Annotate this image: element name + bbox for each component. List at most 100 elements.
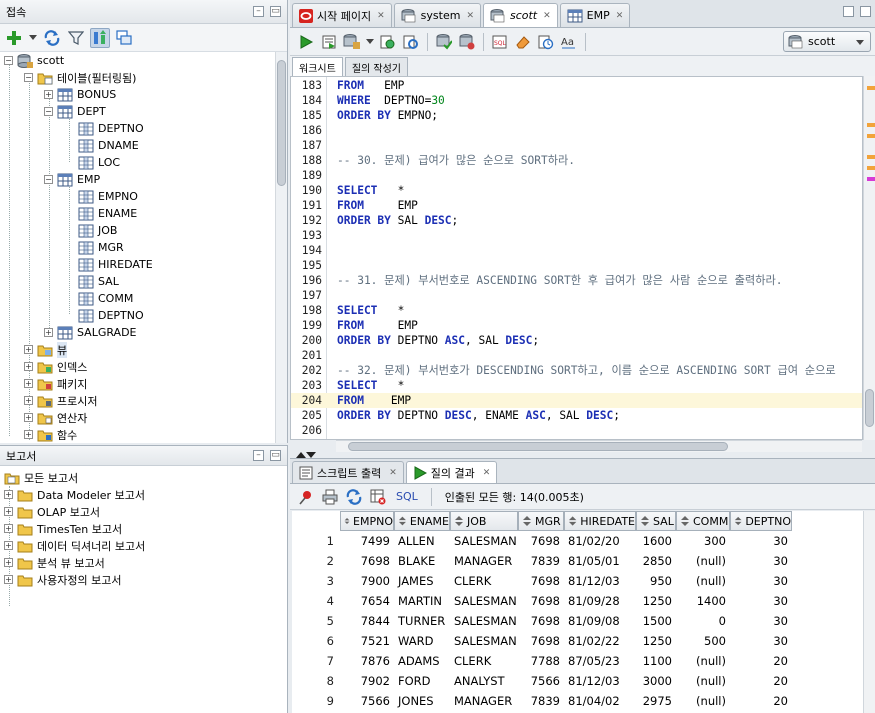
table-cell-ename[interactable]: WARD — [398, 631, 446, 651]
table-cell-comm[interactable]: (null) — [680, 671, 726, 691]
table-cell-hiredate[interactable]: 81/02/20 — [568, 531, 632, 551]
table-cell-job[interactable]: CLERK — [454, 571, 514, 591]
table-cell-sal[interactable]: 1250 — [640, 631, 672, 651]
code-line[interactable]: 205 ORDER BY DEPTNO DESC, ENAME ASC, SAL … — [291, 408, 862, 423]
close-icon[interactable]: ✕ — [483, 468, 491, 478]
column-header-deptno[interactable]: DEPTNO — [730, 511, 792, 531]
report-node[interactable]: + 데이터 딕셔너리 보고서 — [4, 537, 145, 554]
expand-icon[interactable]: + — [4, 524, 13, 533]
maximize-icon[interactable]: ▭ — [270, 450, 281, 461]
table-cell-mgr[interactable]: 7698 — [522, 611, 560, 631]
filter-button[interactable] — [66, 28, 86, 48]
table-cell-mgr[interactable]: 7839 — [522, 551, 560, 571]
tree-node-table-emp[interactable]: − EMP — [44, 171, 100, 188]
table-cell-comm[interactable]: (null) — [680, 551, 726, 571]
table-cell-empno[interactable]: 7844 — [344, 611, 390, 631]
table-cell-comm[interactable]: (null) — [680, 691, 726, 711]
close-icon[interactable]: ✕ — [377, 11, 385, 21]
tree-node-tables[interactable]: − 테이블(필터링됨) — [24, 69, 136, 86]
overview-marker[interactable] — [867, 134, 875, 138]
table-cell-ename[interactable]: MARTIN — [398, 591, 446, 611]
row-number[interactable]: 4 — [292, 591, 334, 611]
editor-vertical-scrollbar[interactable] — [863, 76, 875, 440]
row-number[interactable]: 6 — [292, 631, 334, 651]
tree-node-column[interactable]: COMM — [78, 290, 133, 307]
tree-node-column[interactable]: MGR — [78, 239, 124, 256]
table-cell-empno[interactable]: 7521 — [344, 631, 390, 651]
code-line[interactable]: 191 FROM EMP — [291, 198, 862, 213]
tree-node-functions[interactable]: + 함수 — [24, 426, 77, 443]
table-cell-deptno[interactable]: 30 — [734, 571, 788, 591]
sql-editor[interactable]: 183 FROM EMP 184 WHERE DEPTNO=30 185 ORDER BY… — [290, 76, 863, 440]
table-cell-hiredate[interactable]: 81/05/01 — [568, 551, 632, 571]
table-cell-sal[interactable]: 1600 — [640, 531, 672, 551]
overview-marker[interactable] — [867, 177, 875, 181]
table-cell-empno[interactable]: 7900 — [344, 571, 390, 591]
print-button[interactable] — [320, 487, 340, 507]
connection-select[interactable]: scott — [783, 31, 871, 52]
code-line[interactable]: 198 SELECT * — [291, 303, 862, 318]
rollback-button[interactable] — [457, 32, 477, 52]
code-line[interactable]: 197 — [291, 288, 862, 303]
commit-button[interactable] — [342, 32, 362, 52]
row-number[interactable]: 1 — [292, 531, 334, 551]
tab-query-builder[interactable]: 질의 작성기 — [344, 57, 408, 76]
row-number[interactable]: 2 — [292, 551, 334, 571]
expand-icon[interactable]: + — [24, 430, 33, 439]
add-connection-button[interactable] — [4, 28, 24, 48]
table-cell-deptno[interactable]: 20 — [734, 671, 788, 691]
row-number[interactable]: 7 — [292, 651, 334, 671]
table-cell-mgr[interactable]: 7698 — [522, 631, 560, 651]
table-cell-job[interactable]: CLERK — [454, 651, 514, 671]
grid-vertical-scrollbar[interactable] — [863, 511, 875, 713]
run-script-button[interactable] — [319, 32, 339, 52]
row-number[interactable]: 3 — [292, 571, 334, 591]
collapse-icon[interactable]: − — [24, 73, 33, 82]
tree-node-column[interactable]: EMPNO — [78, 188, 138, 205]
expand-icon[interactable]: + — [44, 90, 53, 99]
code-line[interactable]: 193 — [291, 228, 862, 243]
tab-query-result[interactable]: 질의 결과 ✕ — [405, 461, 498, 483]
run-statement-button[interactable] — [296, 32, 316, 52]
collapse-button[interactable] — [114, 28, 134, 48]
expand-icon[interactable]: + — [44, 328, 53, 337]
table-cell-ename[interactable]: BLAKE — [398, 551, 446, 571]
report-node[interactable]: + Data Modeler 보고서 — [4, 486, 145, 503]
expand-icon[interactable]: + — [24, 396, 33, 405]
tree-node-column[interactable]: JOB — [78, 222, 117, 239]
report-node[interactable]: + 사용자정의 보고서 — [4, 571, 121, 588]
table-cell-sal[interactable]: 950 — [640, 571, 672, 591]
code-line[interactable]: 203 SELECT * — [291, 378, 862, 393]
column-header-sal[interactable]: SAL — [636, 511, 676, 531]
overview-marker[interactable] — [867, 166, 875, 170]
table-cell-ename[interactable]: ALLEN — [398, 531, 446, 551]
results-grid[interactable]: EMPNO ENAME JOB MGR HIREDATE SAL COMM DEPTNO 1 74… — [292, 511, 863, 713]
code-line[interactable]: 188 -- 30. 문제) 급여가 많은 순으로 SORT하라. — [291, 153, 862, 168]
overview-marker[interactable] — [867, 86, 875, 90]
tree-node-column[interactable]: DEPTNO — [78, 307, 144, 324]
pin-button[interactable] — [296, 487, 316, 507]
connections-scrollbar[interactable] — [275, 52, 287, 443]
report-node[interactable]: + TimesTen 보고서 — [4, 520, 122, 537]
close-icon[interactable]: ✕ — [466, 11, 474, 21]
table-cell-job[interactable]: ANALYST — [454, 671, 514, 691]
collapse-icon[interactable]: − — [44, 107, 53, 116]
commit-dropdown[interactable] — [365, 32, 375, 52]
table-cell-sal[interactable]: 3000 — [640, 671, 672, 691]
code-line[interactable]: 192 ORDER BY SAL DESC; — [291, 213, 862, 228]
code-line[interactable]: 187 — [291, 138, 862, 153]
table-cell-hiredate[interactable]: 81/09/08 — [568, 611, 632, 631]
tree-node-column[interactable]: ENAME — [78, 205, 137, 222]
table-cell-deptno[interactable]: 20 — [734, 651, 788, 671]
minimize-icon[interactable]: – — [253, 6, 264, 17]
code-line[interactable]: 194 — [291, 243, 862, 258]
table-cell-comm[interactable]: (null) — [680, 651, 726, 671]
column-header-comm[interactable]: COMM — [676, 511, 730, 531]
table-cell-hiredate[interactable]: 81/12/03 — [568, 671, 632, 691]
code-line[interactable]: 183 FROM EMP — [291, 78, 862, 93]
tab-start-page[interactable]: 시작 페이지 ✕ — [292, 3, 392, 27]
table-cell-deptno[interactable]: 20 — [734, 691, 788, 711]
editor-horizontal-scrollbar[interactable] — [336, 440, 862, 452]
scrollbar-thumb[interactable] — [865, 389, 874, 427]
cancel-query-button[interactable] — [368, 487, 388, 507]
